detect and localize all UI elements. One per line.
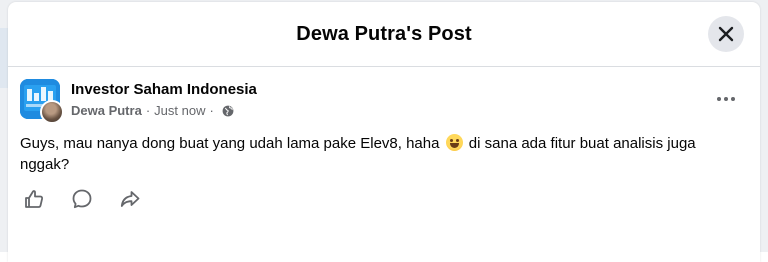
- background-sliver: [0, 28, 8, 88]
- author-name-link[interactable]: Dewa Putra: [71, 103, 142, 118]
- post-header: Investor Saham Indonesia Dewa Putra · Ju…: [20, 79, 748, 124]
- like-button[interactable]: [20, 185, 48, 213]
- close-icon: [718, 26, 734, 42]
- group-name-link[interactable]: Investor Saham Indonesia: [71, 81, 257, 98]
- share-icon: [120, 191, 140, 207]
- comment-button[interactable]: [68, 185, 96, 213]
- meta-separator: ·: [145, 103, 151, 118]
- post-dialog: Dewa Putra's Post Investor Saham Indones…: [8, 2, 760, 262]
- grinning-face-emoji-icon: [445, 134, 463, 151]
- post-actions: [20, 185, 144, 213]
- post-text-part-1: Guys, mau nanya dong buat yang udah lama…: [20, 135, 444, 152]
- author-avatar[interactable]: [40, 100, 64, 124]
- post-timestamp[interactable]: Just now: [154, 103, 205, 118]
- post-message: Guys, mau nanya dong buat yang udah lama…: [20, 133, 742, 175]
- meta-separator-2: ·: [209, 103, 214, 118]
- close-button[interactable]: [708, 16, 744, 52]
- more-dot-icon: [717, 97, 721, 101]
- dialog-title: Dewa Putra's Post: [296, 22, 472, 45]
- more-dot-icon: [731, 97, 735, 101]
- like-icon: [25, 190, 44, 208]
- comment-icon: [72, 189, 92, 209]
- share-button[interactable]: [116, 185, 144, 213]
- globe-icon[interactable]: [222, 105, 234, 117]
- more-dot-icon: [724, 97, 728, 101]
- dialog-header: Dewa Putra's Post: [8, 2, 760, 67]
- more-options-button[interactable]: [712, 89, 740, 109]
- post-meta: Dewa Putra · Just now ·: [71, 103, 234, 118]
